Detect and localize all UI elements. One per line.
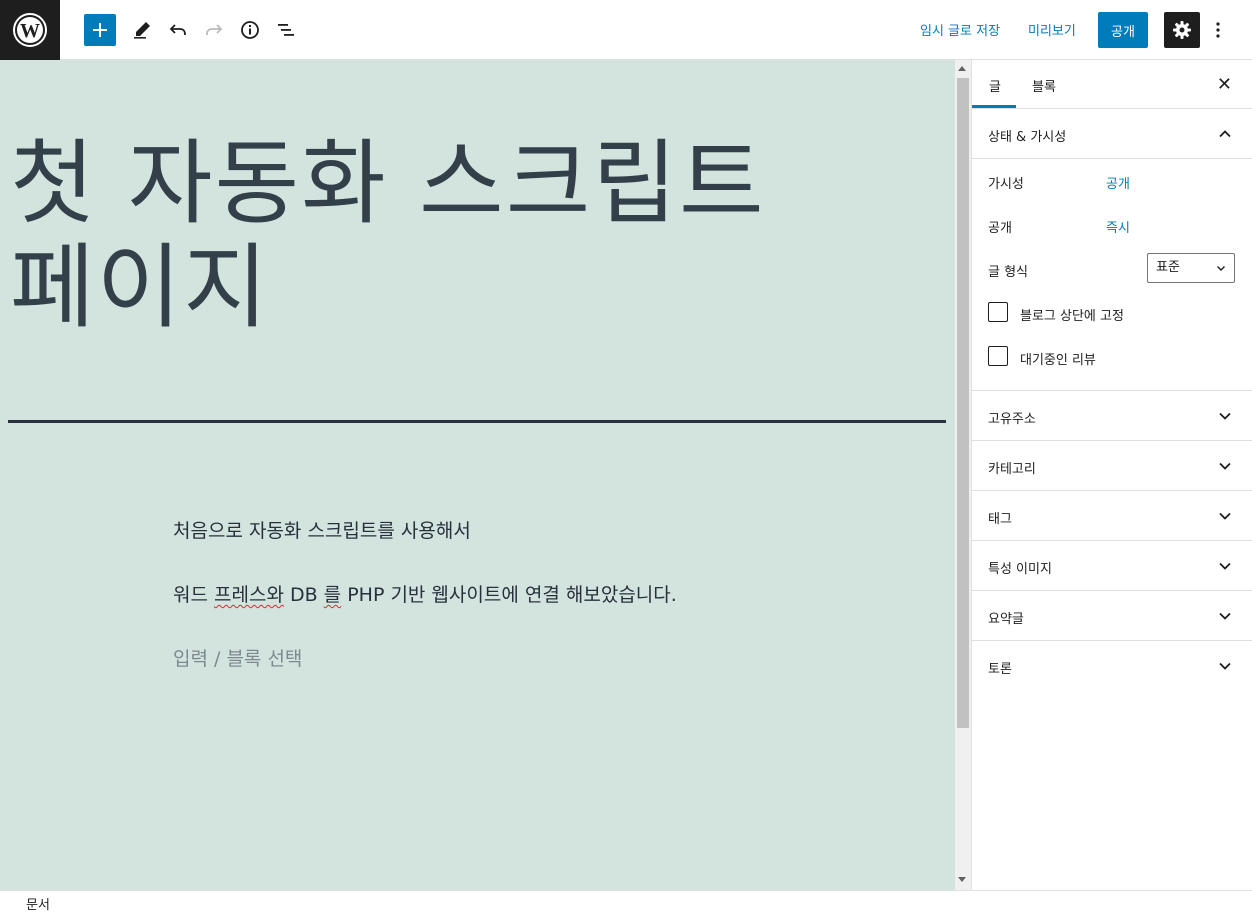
chevron-down-icon xyxy=(1217,266,1225,271)
panel-title: 고유주소 xyxy=(988,412,1036,427)
sticky-checkbox[interactable] xyxy=(988,302,1008,322)
chevron-up-icon xyxy=(1219,130,1231,138)
panel-title: 요약글 xyxy=(988,612,1024,627)
paragraph-text: DB xyxy=(283,584,324,606)
paragraph-text: 워드 xyxy=(173,584,214,606)
chevron-down-icon xyxy=(1219,512,1231,520)
editor-canvas[interactable]: 첫 자동화 스크립트 페이지 처음으로 자동화 스크립트를 사용해서 워드 프레… xyxy=(0,60,955,890)
panel-discussion[interactable]: 토론 xyxy=(972,641,1252,691)
paragraph-block-1[interactable]: 처음으로 자동화 스크립트를 사용해서 xyxy=(173,516,471,543)
panel-title: 태그 xyxy=(988,512,1012,527)
active-tab-indicator xyxy=(972,105,1016,108)
paragraph-block-2[interactable]: 워드 프레스와 DB 를 PHP 기반 웹사이트에 연결 해보았습니다. xyxy=(173,580,677,607)
scroll-down-arrow-icon[interactable] xyxy=(958,877,966,882)
post-title-line-2: 페이지 xyxy=(10,234,270,341)
info-icon[interactable] xyxy=(238,18,262,42)
misspelled-word: 프레스와 xyxy=(214,584,284,606)
more-vertical-icon[interactable] xyxy=(1208,18,1228,42)
sticky-label[interactable]: 블로그 상단에 고정 xyxy=(1020,305,1124,324)
list-view-icon[interactable] xyxy=(274,18,298,42)
post-format-select[interactable]: 표준 xyxy=(1147,253,1235,283)
publish-label: 공개 xyxy=(988,221,1012,236)
panel-status-visibility[interactable]: 상태 & 가시성 xyxy=(972,109,1252,159)
publish-button[interactable]: 공개 xyxy=(1098,12,1148,48)
panel-title: 특성 이미지 xyxy=(988,562,1052,577)
block-placeholder[interactable]: 입력 / 블록 선택 xyxy=(173,644,302,671)
sidebar-tabs: 글 블록 ✕ xyxy=(972,60,1252,109)
panel-featured-image[interactable]: 특성 이미지 xyxy=(972,541,1252,591)
scroll-up-arrow-icon[interactable] xyxy=(958,66,966,71)
block-breadcrumb-bar: 문서 xyxy=(0,890,1252,914)
panel-title: 상태 & 가시성 xyxy=(988,130,1067,145)
settings-sidebar: 글 블록 ✕ 상태 & 가시성 가시성 공개 공개 즉시 글 형식 표준 블로그… xyxy=(971,60,1252,890)
post-format-label: 글 형식 xyxy=(988,265,1029,280)
paragraph-text: PHP 기반 웹사이트에 연결 해보았습니다. xyxy=(341,584,677,606)
add-block-button[interactable] xyxy=(84,14,116,46)
status-panel-body: 가시성 공개 공개 즉시 글 형식 표준 블로그 상단에 고정 대기중인 리뷰 xyxy=(972,159,1252,391)
misspelled-word: 를 xyxy=(323,584,342,606)
save-draft-button[interactable]: 임시 글로 저장 xyxy=(920,20,1000,39)
editor-scrollbar[interactable] xyxy=(955,60,971,890)
panel-permalink[interactable]: 고유주소 xyxy=(972,391,1252,441)
tab-post[interactable]: 글 xyxy=(989,76,1001,95)
pencil-icon[interactable] xyxy=(130,18,154,42)
panel-title: 카테고리 xyxy=(988,462,1036,477)
visibility-toggle[interactable]: 공개 xyxy=(1106,173,1130,192)
panel-title: 토론 xyxy=(988,662,1012,677)
scrollbar-thumb[interactable] xyxy=(957,78,969,728)
pending-review-label[interactable]: 대기중인 리뷰 xyxy=(1020,349,1096,368)
panel-excerpt[interactable]: 요약글 xyxy=(972,591,1252,641)
chevron-down-icon xyxy=(1219,612,1231,620)
svg-text:W: W xyxy=(20,20,40,42)
chevron-down-icon xyxy=(1219,562,1231,570)
wordpress-logo-icon[interactable]: W xyxy=(0,0,60,60)
chevron-down-icon xyxy=(1219,462,1231,470)
undo-icon[interactable] xyxy=(166,18,190,42)
redo-icon[interactable] xyxy=(202,18,226,42)
separator-block[interactable] xyxy=(8,420,946,423)
publish-date-toggle[interactable]: 즉시 xyxy=(1106,217,1130,236)
panel-tags[interactable]: 태그 xyxy=(972,491,1252,541)
panel-categories[interactable]: 카테고리 xyxy=(972,441,1252,491)
gear-icon xyxy=(1173,21,1191,39)
plus-icon xyxy=(93,23,107,37)
chevron-down-icon xyxy=(1219,412,1231,420)
post-title[interactable]: 첫 자동화 스크립트 페이지 xyxy=(10,132,910,340)
breadcrumb-document[interactable]: 문서 xyxy=(26,894,50,913)
tab-block[interactable]: 블록 xyxy=(1032,76,1056,95)
close-icon[interactable]: ✕ xyxy=(1217,74,1232,95)
visibility-label: 가시성 xyxy=(988,177,1024,192)
post-format-value: 표준 xyxy=(1156,260,1180,275)
settings-button[interactable] xyxy=(1164,12,1200,48)
pending-review-checkbox[interactable] xyxy=(988,346,1008,366)
editor-header: W 임시 글로 저장 미리보기 공개 xyxy=(0,0,1252,60)
chevron-down-icon xyxy=(1219,662,1231,670)
post-title-line-1: 첫 자동화 스크립트 xyxy=(10,130,766,237)
preview-button[interactable]: 미리보기 xyxy=(1028,20,1076,39)
